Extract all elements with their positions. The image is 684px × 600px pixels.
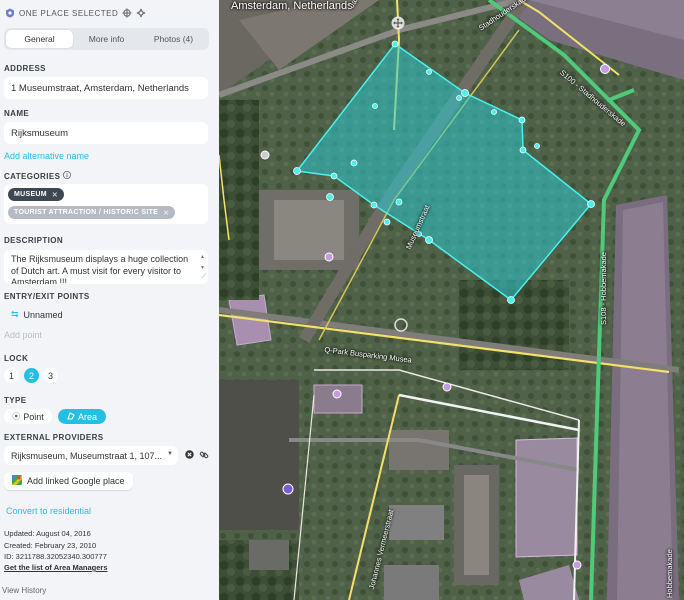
point-icon: ⦿ bbox=[12, 412, 21, 421]
tab-more-info[interactable]: More info bbox=[73, 30, 140, 48]
remove-provider-icon[interactable] bbox=[185, 450, 194, 462]
info-icon[interactable] bbox=[63, 171, 72, 181]
lock-label: LOCK bbox=[4, 354, 29, 363]
remove-category-icon[interactable]: ✕ bbox=[52, 191, 58, 199]
edit-panel: ONE PLACE SELECTED General More info Pho… bbox=[0, 0, 219, 600]
tab-general[interactable]: General bbox=[6, 30, 73, 48]
description-label: DESCRIPTION bbox=[4, 236, 64, 245]
name-field[interactable]: Rijksmuseum bbox=[4, 122, 208, 144]
center-icon[interactable] bbox=[136, 8, 146, 18]
description-field[interactable]: The Rijksmuseum displays a huge collecti… bbox=[4, 250, 208, 284]
view-history-link[interactable]: View History bbox=[2, 586, 46, 595]
add-alternative-name-link[interactable]: Add alternative name bbox=[4, 151, 89, 161]
type-label: TYPE bbox=[4, 396, 27, 405]
map-location-label: Amsterdam, Netherlands bbox=[231, 0, 353, 12]
type-area-button[interactable]: Area bbox=[58, 409, 106, 424]
area-icon bbox=[67, 411, 75, 422]
remove-category-icon[interactable]: ✕ bbox=[163, 209, 169, 217]
add-point-link[interactable]: Add point bbox=[4, 330, 42, 340]
street-label-hobbemakade: S108 - Hobbemakade bbox=[599, 252, 608, 325]
panel-header: ONE PLACE SELECTED bbox=[0, 0, 219, 26]
categories-label-row: CATEGORIES bbox=[4, 171, 72, 181]
tab-bar: General More info Photos (4) bbox=[4, 28, 209, 50]
convert-to-residential-link[interactable]: Convert to residential bbox=[6, 506, 91, 516]
category-chip-tourist-attraction[interactable]: TOURIST ATTRACTION / HISTORIC SITE ✕ bbox=[8, 206, 176, 219]
map-canvas[interactable]: Amsterdam, Netherlands Jan Luijkenstraat… bbox=[219, 0, 684, 600]
place-icon bbox=[5, 8, 15, 18]
lock-level-3[interactable]: 3 bbox=[43, 368, 58, 383]
tab-photos[interactable]: Photos (4) bbox=[140, 30, 207, 48]
selected-area-polygon[interactable] bbox=[219, 0, 684, 600]
street-label-hobbemakade-short: Hobbemakade bbox=[665, 549, 674, 598]
name-label: NAME bbox=[4, 109, 30, 118]
entry-point-label: Unnamed bbox=[23, 309, 63, 320]
area-managers-link[interactable]: Get the list of Area Managers bbox=[4, 563, 108, 572]
type-point-button[interactable]: ⦿ Point bbox=[4, 409, 52, 424]
add-linked-google-place-button[interactable]: Add linked Google place bbox=[4, 472, 133, 490]
lock-level-1[interactable]: 1 bbox=[4, 368, 19, 383]
external-providers-label: EXTERNAL PROVIDERS bbox=[4, 433, 104, 442]
panel-title: ONE PLACE SELECTED bbox=[19, 8, 119, 18]
link-icon[interactable] bbox=[199, 450, 209, 463]
category-chip-label: TOURIST ATTRACTION / HISTORIC SITE bbox=[14, 209, 159, 216]
description-text: The Rijksmuseum displays a huge collecti… bbox=[11, 254, 189, 284]
add-google-label: Add linked Google place bbox=[27, 476, 125, 486]
scroll-up-icon[interactable]: ▲ bbox=[200, 252, 205, 264]
type-point-label: Point bbox=[23, 411, 44, 422]
created-date: Created: February 23, 2010 bbox=[4, 541, 97, 550]
category-chip-label: MUSEUM bbox=[14, 191, 47, 198]
address-field[interactable]: 1 Museumstraat, Amsterdam, Netherlands bbox=[4, 77, 208, 99]
lock-level-2[interactable]: 2 bbox=[24, 368, 39, 383]
entry-exit-label: ENTRY/EXIT POINTS bbox=[4, 292, 90, 301]
zoom-to-icon[interactable] bbox=[122, 8, 132, 18]
categories-label: CATEGORIES bbox=[4, 171, 61, 181]
google-maps-icon bbox=[12, 475, 22, 487]
move-handle-icon[interactable] bbox=[391, 16, 405, 33]
resize-handle-icon[interactable]: ⟋ bbox=[202, 272, 206, 284]
category-chip-museum[interactable]: MUSEUM ✕ bbox=[8, 188, 65, 201]
entry-exit-arrows-icon: ⇆ bbox=[11, 309, 19, 319]
entry-point-item[interactable]: ⇆ Unnamed bbox=[11, 309, 63, 320]
categories-field[interactable]: MUSEUM ✕ TOURIST ATTRACTION / HISTORIC SI… bbox=[4, 184, 208, 224]
address-label: ADDRESS bbox=[4, 64, 46, 73]
place-id: ID: 3211788.32052340.300777 bbox=[4, 552, 107, 561]
external-provider-select[interactable]: Rijksmuseum, Museumstraat 1, 107... ▼ bbox=[4, 446, 178, 465]
external-provider-value: Rijksmuseum, Museumstraat 1, 107... bbox=[11, 450, 163, 461]
type-area-label: Area bbox=[77, 411, 97, 422]
updated-date: Updated: August 04, 2016 bbox=[4, 529, 91, 538]
dropdown-arrow-icon: ▼ bbox=[167, 451, 173, 457]
